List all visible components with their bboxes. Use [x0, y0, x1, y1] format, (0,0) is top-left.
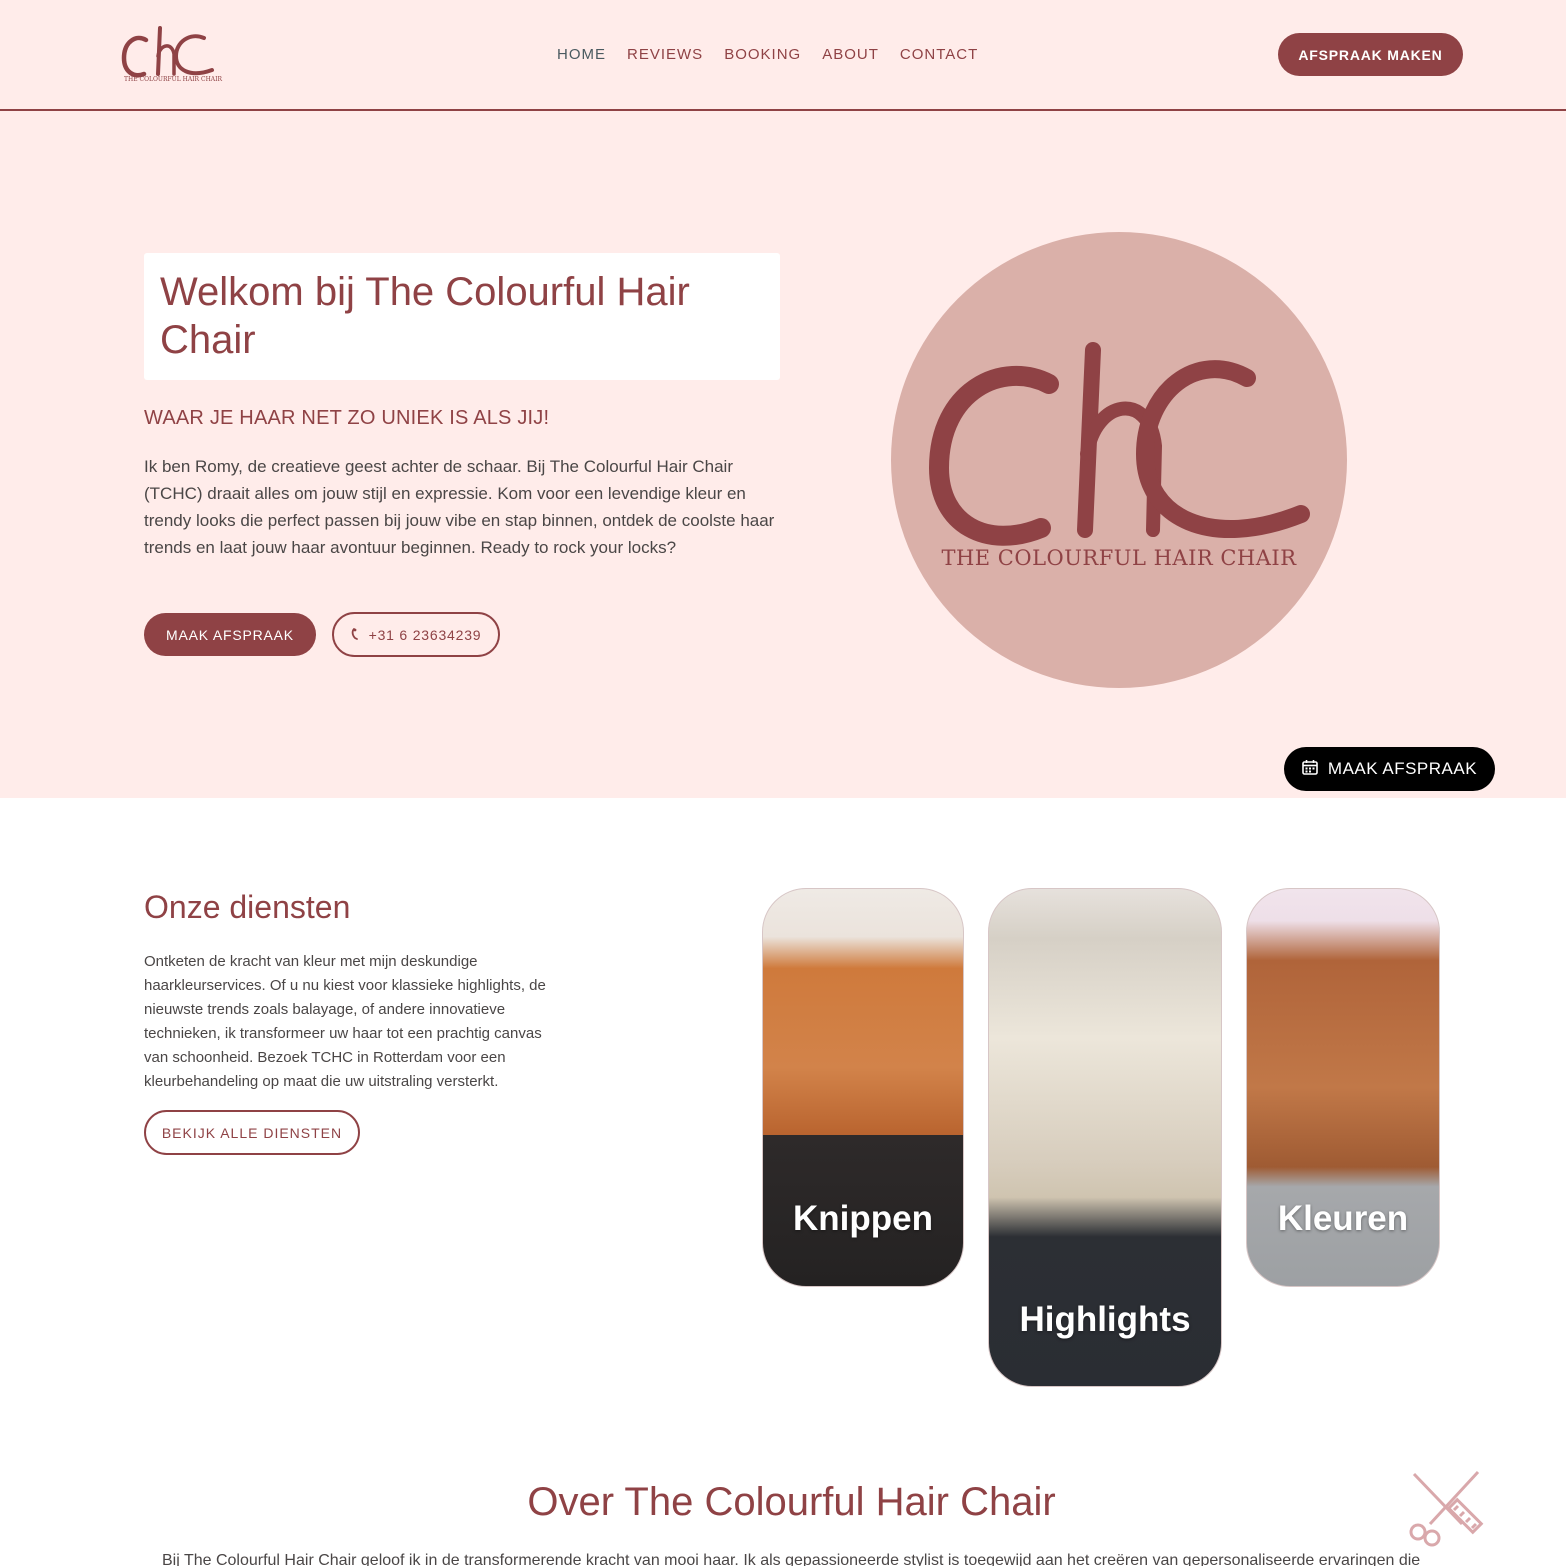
site-header: THE COLOURFUL HAIR CHAIR HOME REVIEWS BO… — [0, 0, 1566, 111]
logo[interactable]: THE COLOURFUL HAIR CHAIR — [118, 24, 222, 86]
service-card-knippen[interactable]: Knippen — [762, 888, 964, 1287]
phone-number: +31 6 23634239 — [368, 626, 482, 643]
nav-reviews[interactable]: REVIEWS — [627, 46, 703, 63]
nav-home[interactable]: HOME — [557, 46, 606, 63]
scissors-comb-icon — [1404, 1466, 1488, 1548]
hero-title-box: Welkom bij The Colourful Hair Chair — [144, 253, 780, 380]
service-card-label: Highlights — [1019, 1300, 1191, 1339]
about-title: Over The Colourful Hair Chair — [527, 1480, 1056, 1524]
floating-maak-afspraak-button[interactable]: MAAK AFSPRAAK — [1284, 747, 1495, 791]
circle-caption: THE COLOURFUL HAIR CHAIR — [941, 546, 1297, 570]
hero-section: Welkom bij The Colourful Hair Chair WAAR… — [0, 111, 1566, 798]
services-text: Ontketen de kracht van kleur met mijn de… — [144, 953, 546, 1090]
main-nav: HOME REVIEWS BOOKING ABOUT CONTACT — [557, 46, 978, 63]
hero-logo-circle: THE COLOURFUL HAIR CHAIR — [891, 232, 1347, 688]
floating-button-label: MAAK AFSPRAAK — [1327, 759, 1478, 778]
hero-subtitle: WAAR JE HAAR NET ZO UNIEK IS ALS JIJ! — [144, 407, 550, 429]
afspraak-maken-button[interactable]: AFSPRAAK MAKEN — [1278, 33, 1463, 76]
calendar-icon — [1302, 759, 1318, 780]
nav-about[interactable]: ABOUT — [822, 46, 879, 63]
nav-booking[interactable]: BOOKING — [724, 46, 801, 63]
nav-contact[interactable]: CONTACT — [900, 46, 978, 63]
bekijk-alle-diensten-button[interactable]: BEKIJK ALLE DIENSTEN — [144, 1110, 360, 1155]
chc-large-logo-icon — [928, 342, 1310, 546]
service-card-highlights[interactable]: Highlights — [988, 888, 1222, 1387]
about-text: Bij The Colourful Hair Chair geloof ik i… — [162, 1552, 1421, 1566]
service-card-kleuren[interactable]: Kleuren — [1246, 888, 1440, 1287]
maak-afspraak-button[interactable]: MAAK AFSPRAAK — [144, 613, 316, 656]
service-card-label: Knippen — [793, 1199, 933, 1238]
logo-subtext: THE COLOURFUL HAIR CHAIR — [124, 76, 223, 83]
phone-button[interactable]: +31 6 23634239 — [332, 612, 500, 657]
services-title: Onze diensten — [144, 889, 351, 925]
phone-icon — [351, 627, 363, 643]
hero-title: Welkom bij The Colourful Hair Chair — [160, 270, 690, 362]
service-card-label: Kleuren — [1277, 1199, 1409, 1238]
hero-intro: Ik ben Romy, de creatieve geest achter d… — [144, 457, 775, 557]
